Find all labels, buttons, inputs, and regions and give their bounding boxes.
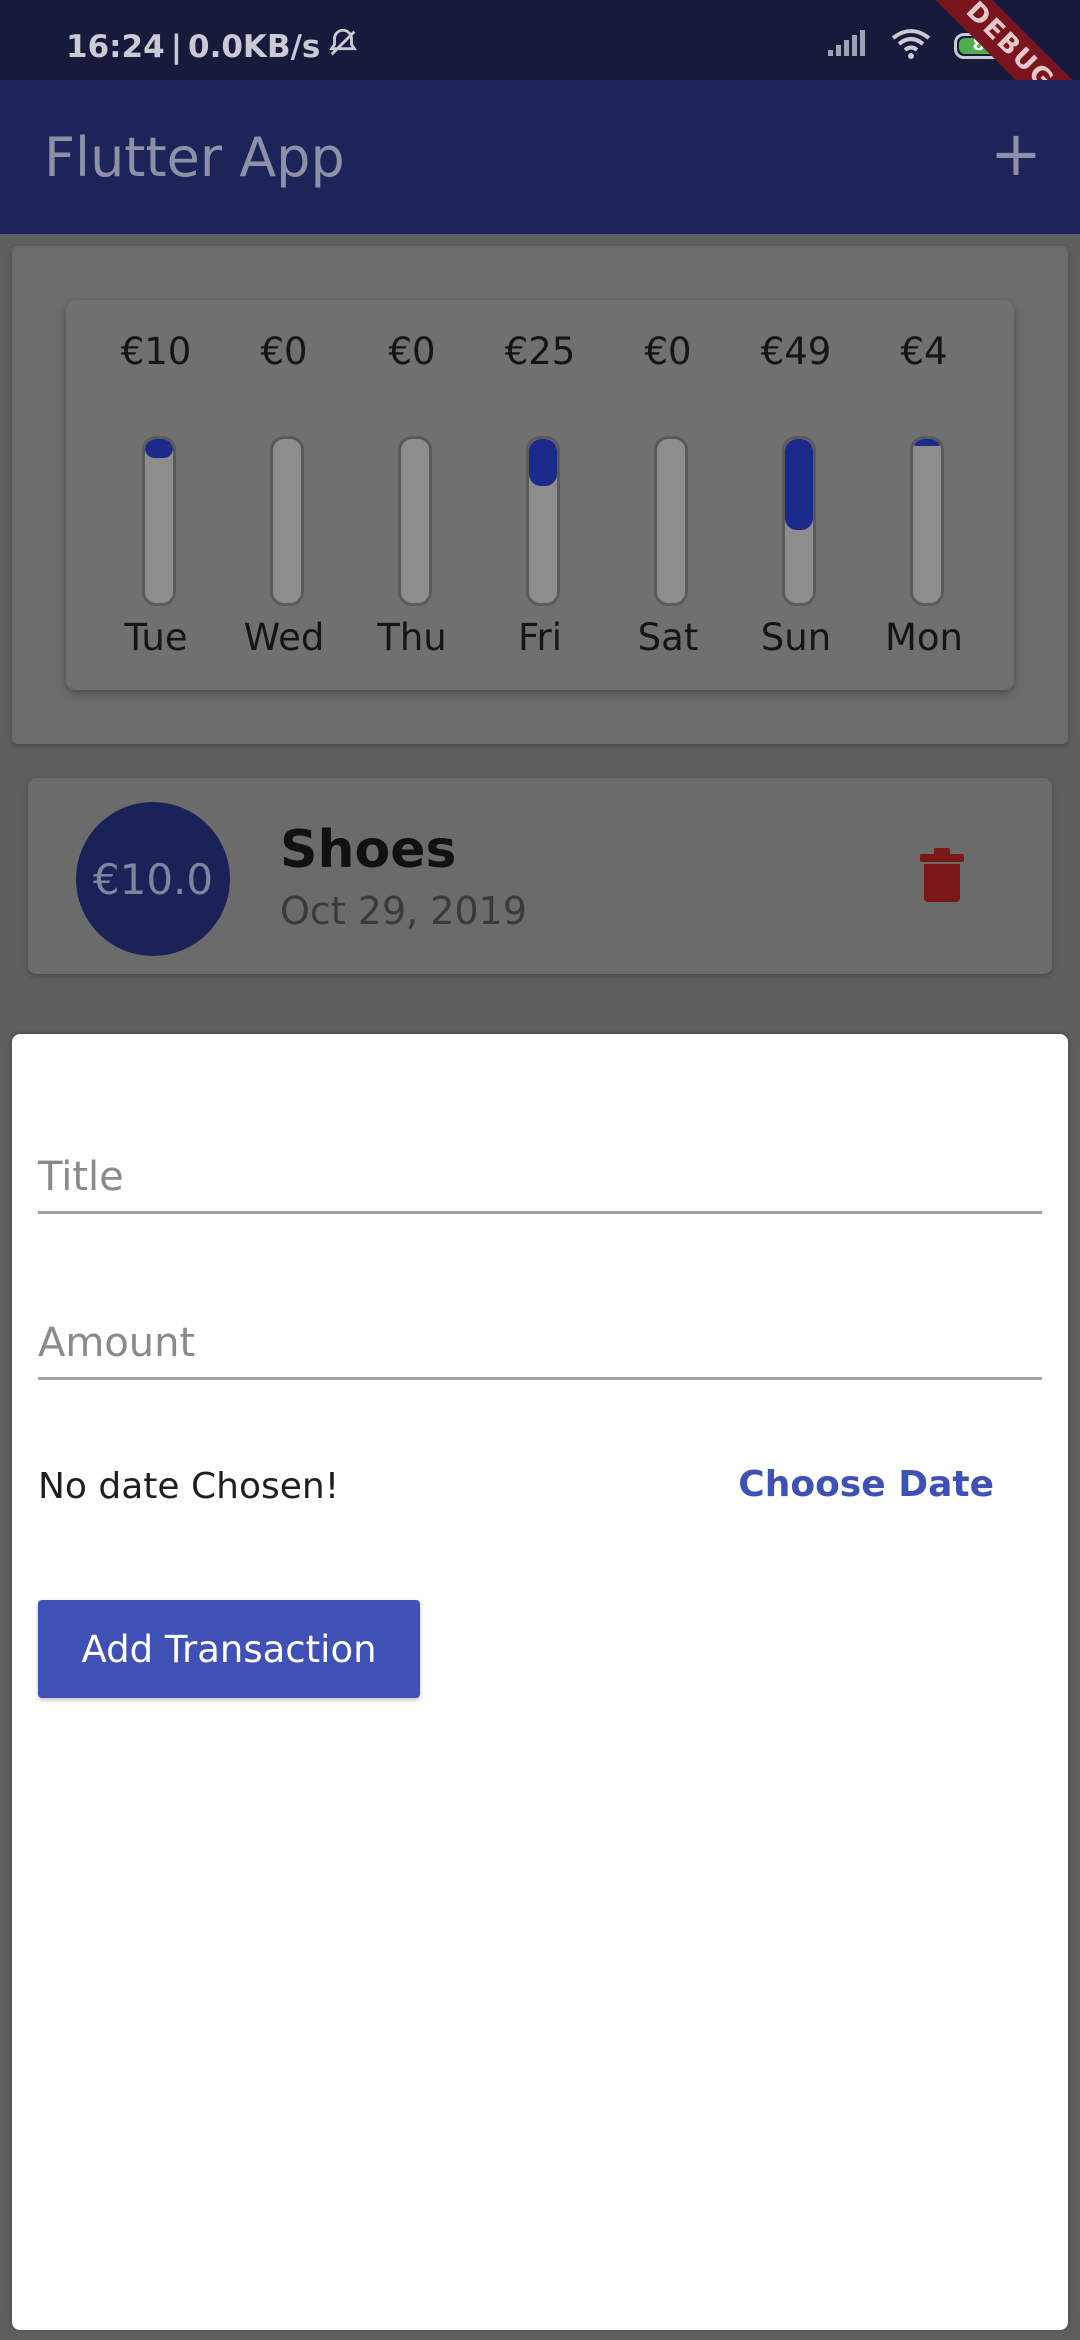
chart-bar-track — [142, 436, 176, 606]
chart-day-label: Mon — [884, 616, 963, 659]
title-input[interactable] — [38, 1104, 1042, 1211]
chart-bar-track — [526, 436, 560, 606]
chart-amount-label: €49 — [760, 330, 832, 373]
chart-bar-fill — [529, 439, 557, 486]
chart-day-label: Fri — [517, 616, 563, 659]
status-network: 0.0KB/s — [188, 29, 321, 65]
chart-amount-label: €0 — [260, 330, 308, 373]
chart-amount-label: €25 — [504, 330, 576, 373]
weekly-spending-chart: €10 Tue €0 Wed €0 Thu €25 Fri €0 Sat €49 Sun €4 Mon — [66, 300, 1014, 690]
chart-bar-fill — [913, 439, 941, 447]
signal-icon — [826, 30, 868, 62]
chart-day-label: Thu — [377, 616, 447, 659]
transaction-date: Oct 29, 2019 — [280, 889, 527, 933]
status-time: 16:24 — [66, 29, 165, 65]
muted-alarm-icon — [326, 26, 360, 68]
chart-column-fri: €25 Fri — [476, 300, 604, 690]
chart-bar-track — [910, 436, 944, 606]
chart-container: €10 Tue €0 Wed €0 Thu €25 Fri €0 Sat €49 Sun €4 Mon — [12, 246, 1068, 744]
chart-bar-fill — [145, 439, 173, 458]
date-status-text: No date Chosen! — [38, 1466, 340, 1507]
chart-day-label: Tue — [124, 616, 188, 659]
choose-date-button[interactable]: Choose Date — [738, 1464, 994, 1505]
chart-bar-track — [782, 436, 816, 606]
new-transaction-sheet: Title Amount No date Chosen! Choose Date… — [12, 1034, 1068, 2330]
trash-body — [924, 864, 960, 902]
plus-icon[interactable]: + — [986, 123, 1046, 185]
chart-amount-label: €0 — [388, 330, 436, 373]
chart-day-label: Sun — [760, 616, 832, 659]
trash-lid — [920, 854, 964, 862]
chart-column-thu: €0 Thu — [348, 300, 476, 690]
title-field[interactable]: Title — [38, 1104, 1042, 1214]
transaction-card: €10.0 Shoes Oct 29, 2019 — [28, 778, 1052, 974]
chart-column-sun: €49 Sun — [732, 300, 860, 690]
transaction-amount: €10.0 — [92, 854, 214, 904]
status-bar: 16:24 | 0.0KB/s DEBUG — [0, 0, 1080, 153]
app-title: Flutter App — [44, 126, 345, 189]
chart-column-tue: €10 Tue — [92, 300, 220, 690]
chart-column-wed: €0 Wed — [220, 300, 348, 690]
chart-amount-label: €10 — [120, 330, 192, 373]
chart-amount-label: €0 — [644, 330, 692, 373]
chart-day-label: Sat — [637, 616, 699, 659]
amount-field[interactable]: Amount — [38, 1270, 1042, 1380]
transaction-amount-avatar: €10.0 — [76, 802, 230, 956]
amount-input[interactable] — [38, 1270, 1042, 1377]
add-transaction-button[interactable]: Add Transaction — [38, 1600, 420, 1698]
app-bar: Flutter App + — [0, 80, 1080, 234]
trash-icon[interactable] — [920, 848, 964, 902]
chart-column-sat: €0 Sat — [604, 300, 732, 690]
wifi-icon — [890, 28, 932, 64]
chart-amount-label: €4 — [900, 330, 948, 373]
chart-bar-track — [654, 436, 688, 606]
chart-column-mon: €4 Mon — [860, 300, 988, 690]
chart-bar-fill — [785, 439, 813, 531]
transaction-title: Shoes — [280, 820, 457, 880]
chart-bar-track — [270, 436, 304, 606]
status-time-network: 16:24 | 0.0KB/s — [66, 26, 360, 68]
chart-bar-track — [398, 436, 432, 606]
status-separator: | — [170, 29, 183, 65]
chart-day-label: Wed — [243, 616, 325, 659]
